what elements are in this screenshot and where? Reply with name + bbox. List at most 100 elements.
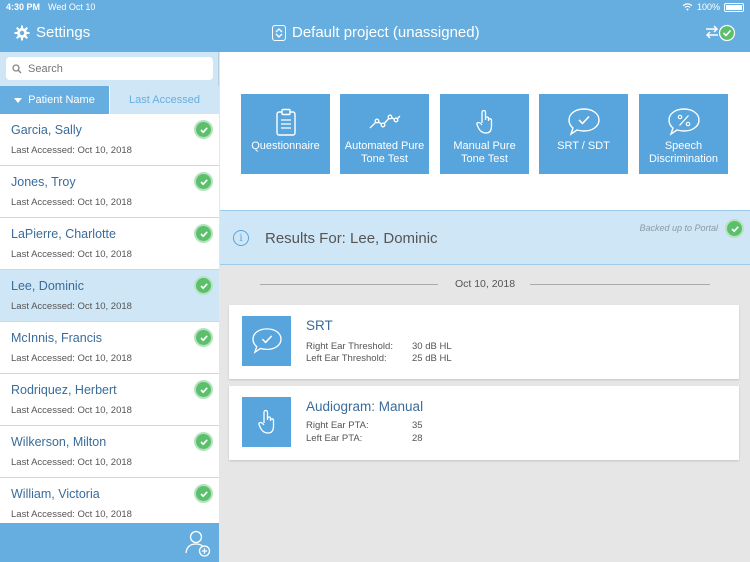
project-label: Default project (unassigned) bbox=[292, 24, 480, 41]
patient-name: McInnis, Francis bbox=[11, 331, 102, 345]
project-selector[interactable]: Default project (unassigned) bbox=[272, 24, 480, 41]
card-row-value: 25 dB HL bbox=[412, 353, 452, 364]
patient-last-accessed: Last Accessed: Oct 10, 2018 bbox=[11, 249, 132, 260]
separator-line bbox=[530, 284, 710, 285]
check-icon bbox=[194, 380, 213, 399]
results-header: i Results For: Lee, Dominic Backed up to… bbox=[220, 210, 750, 265]
patient-last-accessed: Last Accessed: Oct 10, 2018 bbox=[11, 457, 132, 468]
settings-button[interactable]: Settings bbox=[14, 24, 90, 41]
card-title: SRT bbox=[306, 318, 333, 333]
sort-by-name-label: Patient Name bbox=[28, 94, 95, 106]
patient-row[interactable]: McInnis, Francis Last Accessed: Oct 10, … bbox=[0, 322, 219, 374]
patient-row[interactable]: Garcia, Sally Last Accessed: Oct 10, 201… bbox=[0, 114, 219, 166]
questionnaire-tile[interactable]: Questionnaire bbox=[241, 94, 330, 174]
patient-last-accessed: Last Accessed: Oct 10, 2018 bbox=[11, 509, 132, 520]
add-patient-icon[interactable] bbox=[185, 529, 211, 557]
navigation-bar: 4:30 PM Wed Oct 10 100% Settings Default… bbox=[0, 0, 750, 52]
info-icon[interactable]: i bbox=[233, 230, 249, 246]
sort-tabs: Patient Name Last Accessed bbox=[0, 86, 219, 114]
speech-check-icon bbox=[567, 108, 600, 136]
sidebar-footer bbox=[0, 523, 219, 562]
result-card-srt[interactable]: SRT Right Ear Threshold: 30 dB HL Left E… bbox=[229, 305, 739, 379]
patient-name: Wilkerson, Milton bbox=[11, 435, 107, 449]
patient-sidebar: Patient Name Last Accessed Garcia, Sally… bbox=[0, 52, 219, 562]
check-icon bbox=[194, 172, 213, 191]
card-row-label: Right Ear Threshold: bbox=[306, 341, 393, 352]
battery-icon bbox=[724, 2, 744, 12]
patient-list: Garcia, Sally Last Accessed: Oct 10, 201… bbox=[0, 114, 219, 530]
check-icon bbox=[194, 432, 213, 451]
check-icon bbox=[194, 484, 213, 503]
hand-pointer-icon bbox=[475, 109, 492, 134]
card-row-label: Right Ear PTA: bbox=[306, 420, 369, 431]
test-label: Questionnaire bbox=[251, 140, 320, 152]
settings-label: Settings bbox=[36, 24, 91, 41]
check-icon bbox=[194, 328, 213, 347]
patient-name: LaPierre, Charlotte bbox=[11, 227, 116, 241]
sort-descending-icon bbox=[14, 97, 23, 103]
waveform-icon bbox=[369, 114, 400, 129]
patient-last-accessed: Last Accessed: Oct 10, 2018 bbox=[11, 353, 132, 364]
patient-row-selected[interactable]: Lee, Dominic Last Accessed: Oct 10, 2018 bbox=[0, 270, 219, 322]
status-bar: 4:30 PM Wed Oct 10 100% bbox=[0, 0, 750, 14]
patient-name: Jones, Troy bbox=[11, 175, 76, 189]
speech-discrimination-tile[interactable]: Speech Discrimination bbox=[639, 94, 728, 174]
search-box[interactable] bbox=[6, 57, 213, 80]
srt-sdt-tile[interactable]: SRT / SDT bbox=[539, 94, 628, 174]
patient-last-accessed: Last Accessed: Oct 10, 2018 bbox=[11, 145, 132, 156]
test-label: Automated Pure Tone Test bbox=[344, 140, 425, 165]
clipboard-icon bbox=[275, 108, 296, 136]
test-label: SRT / SDT bbox=[557, 140, 610, 152]
wifi-icon bbox=[682, 3, 693, 11]
card-icon-tile bbox=[242, 397, 291, 447]
card-row-value: 28 bbox=[412, 433, 423, 444]
card-row-value: 30 dB HL bbox=[412, 341, 452, 352]
patient-row[interactable]: Jones, Troy Last Accessed: Oct 10, 2018 bbox=[0, 166, 219, 218]
test-launcher: Questionnaire Automated Pure Tone Test M… bbox=[220, 52, 750, 210]
hand-pointer-icon bbox=[257, 409, 274, 434]
patient-row[interactable]: Rodriquez, Herbert Last Accessed: Oct 10… bbox=[0, 374, 219, 426]
test-label: Speech Discrimination bbox=[648, 140, 719, 165]
manual-pure-tone-tile[interactable]: Manual Pure Tone Test bbox=[440, 94, 529, 174]
card-row-label: Left Ear Threshold: bbox=[306, 353, 387, 364]
backup-check-icon bbox=[725, 219, 744, 238]
sync-status-icon[interactable] bbox=[704, 24, 736, 42]
card-row-value: 35 bbox=[412, 420, 423, 431]
backup-status-text: Backed up to Portal bbox=[639, 223, 718, 233]
results-title: Results For: Lee, Dominic bbox=[265, 230, 438, 247]
patient-name: Lee, Dominic bbox=[11, 279, 84, 293]
patient-row[interactable]: Wilkerson, Milton Last Accessed: Oct 10,… bbox=[0, 426, 219, 478]
patient-last-accessed: Last Accessed: Oct 10, 2018 bbox=[11, 197, 132, 208]
gear-icon bbox=[14, 25, 30, 40]
test-label: Manual Pure Tone Test bbox=[453, 140, 516, 165]
patient-last-accessed: Last Accessed: Oct 10, 2018 bbox=[11, 405, 132, 416]
check-icon bbox=[194, 276, 213, 295]
patient-name: Garcia, Sally bbox=[11, 123, 82, 137]
separator-line bbox=[260, 284, 438, 285]
project-switch-icon bbox=[272, 24, 286, 41]
result-card-audiogram[interactable]: Audiogram: Manual Right Ear PTA: 35 Left… bbox=[229, 386, 739, 460]
battery-percent: 100% bbox=[696, 2, 720, 12]
patient-row[interactable]: LaPierre, Charlotte Last Accessed: Oct 1… bbox=[0, 218, 219, 270]
patient-name: William, Victoria bbox=[11, 487, 100, 501]
sort-by-name-tab[interactable]: Patient Name bbox=[0, 86, 109, 114]
card-row-label: Left Ear PTA: bbox=[306, 433, 363, 444]
date-separator: Oct 10, 2018 bbox=[260, 278, 710, 292]
card-icon-tile bbox=[242, 316, 291, 366]
results-date: Oct 10, 2018 bbox=[454, 278, 516, 290]
automated-pure-tone-tile[interactable]: Automated Pure Tone Test bbox=[340, 94, 429, 174]
status-right: 100% bbox=[682, 2, 744, 12]
card-title: Audiogram: Manual bbox=[306, 399, 424, 414]
patient-last-accessed: Last Accessed: Oct 10, 2018 bbox=[11, 301, 132, 312]
speech-percent-icon bbox=[667, 108, 700, 136]
status-time: 4:30 PM bbox=[6, 2, 41, 12]
status-date: Wed Oct 10 bbox=[48, 2, 96, 12]
patient-name: Rodriquez, Herbert bbox=[11, 383, 117, 397]
check-icon bbox=[194, 120, 213, 139]
sort-by-accessed-label: Last Accessed bbox=[129, 94, 200, 106]
speech-check-icon bbox=[251, 328, 282, 354]
check-icon bbox=[194, 224, 213, 243]
sort-by-accessed-tab[interactable]: Last Accessed bbox=[109, 86, 219, 114]
search-input[interactable] bbox=[28, 62, 198, 75]
search-icon bbox=[12, 63, 22, 73]
